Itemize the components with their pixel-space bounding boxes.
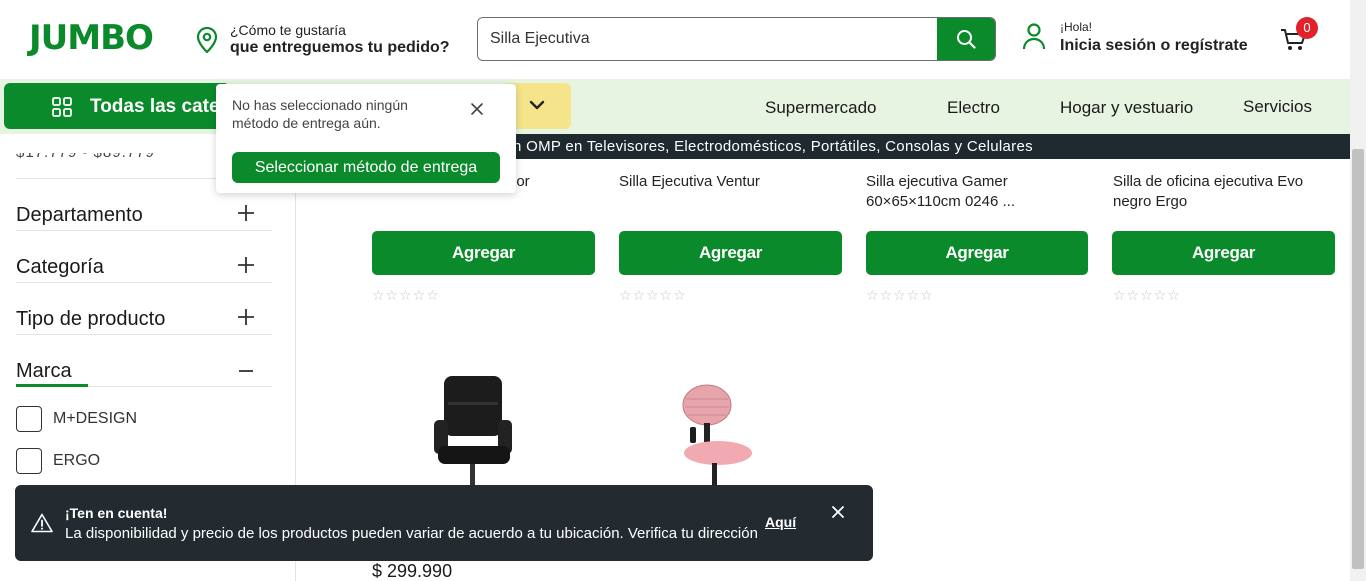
warning-icon — [31, 513, 53, 533]
brand-checkbox-ergo[interactable] — [16, 448, 42, 474]
all-categories-label: Todas las categorías — [90, 96, 230, 117]
grid-icon — [52, 97, 72, 117]
brand-label-mdesign[interactable]: M+DESIGN — [53, 410, 137, 428]
rating-stars: ☆☆☆☆☆ — [619, 287, 687, 303]
page-scrollbar-thumb[interactable] — [1352, 149, 1364, 569]
nav-servicios[interactable]: Servicios — [1243, 97, 1312, 117]
product-name[interactable]: Silla de oficina ejecutiva Evo negro Erg… — [1113, 172, 1339, 212]
main-navigation: Todas las categorías Supermercado Electr… — [0, 79, 1350, 134]
delivery-method-tooltip: No has seleccionado ningún método de ent… — [216, 84, 516, 193]
add-to-cart-button[interactable]: Agregar — [866, 231, 1088, 275]
rating-stars: ☆☆☆☆☆ — [866, 287, 934, 303]
add-to-cart-button[interactable]: Agregar — [372, 231, 595, 275]
location-pin-icon[interactable] — [196, 27, 218, 53]
notice-title: ¡Ten en cuenta! — [65, 505, 168, 521]
tooltip-message: No has seleccionado ningún método de ent… — [232, 97, 408, 131]
search-button[interactable] — [937, 18, 995, 60]
notice-link[interactable]: Aquí — [765, 514, 796, 530]
chevron-down-icon — [529, 100, 545, 110]
divider — [16, 230, 272, 231]
product-name[interactable]: Silla Ejecutiva Ventur — [619, 172, 845, 192]
nav-electro[interactable]: Electro — [947, 98, 1000, 118]
nav-supermercado[interactable]: Supermercado — [765, 98, 877, 118]
add-to-cart-button[interactable]: Agregar — [619, 231, 842, 275]
search-input[interactable] — [478, 18, 938, 60]
close-icon[interactable] — [831, 505, 845, 519]
all-categories-button[interactable]: Todas las categorías — [4, 83, 230, 129]
delivery-prompt[interactable]: ¿Cómo te gustaría que entreguemos tu ped… — [230, 21, 450, 57]
active-filter-underline — [16, 384, 88, 387]
filter-departamento[interactable]: Departamento — [16, 204, 143, 227]
search-icon — [957, 30, 976, 49]
product-image-pink-chair[interactable] — [672, 383, 762, 486]
minus-icon[interactable] — [237, 362, 255, 380]
site-header: JUMBO ¿Cómo te gustaría que entreguemos … — [0, 0, 1350, 79]
notice-text: La disponibilidad y precio de los produc… — [65, 525, 758, 542]
price-range-text: $17.779 - $89.779 — [16, 144, 155, 161]
brand-checkbox-mdesign[interactable] — [16, 406, 42, 432]
brand-label-ergo[interactable]: ERGO — [53, 452, 100, 470]
product-name[interactable]: Silla ejecutiva Gamer 60×65×110cm 0246 .… — [866, 172, 1092, 212]
rating-stars: ☆☆☆☆☆ — [372, 287, 440, 303]
location-notice-banner: ¡Ten en cuenta! La disponibilidad y prec… — [15, 485, 873, 561]
greeting-text: ¡Hola! — [1060, 20, 1093, 34]
product-price: $ 299.990 — [372, 561, 453, 581]
product-image-black-chair[interactable] — [420, 372, 560, 486]
plus-icon[interactable] — [237, 204, 255, 222]
filter-marca[interactable]: Marca — [16, 360, 72, 383]
delivery-line-1: ¿Cómo te gustaría — [230, 22, 346, 38]
rating-stars: ☆☆☆☆☆ — [1113, 287, 1181, 303]
plus-icon[interactable] — [237, 256, 255, 274]
signin-link[interactable]: Inicia sesión o regístrate — [1060, 37, 1248, 55]
cart-count-badge: 0 — [1296, 17, 1318, 39]
delivery-line-2: que entreguemos tu pedido? — [230, 39, 450, 56]
divider — [16, 282, 272, 283]
search-bar — [477, 17, 996, 61]
select-delivery-method-button[interactable]: Seleccionar método de entrega — [232, 152, 500, 183]
close-icon[interactable] — [470, 102, 484, 116]
nav-hogar-vestuario[interactable]: Hogar y vestuario — [1060, 98, 1193, 118]
filter-tipo-producto[interactable]: Tipo de producto — [16, 308, 165, 331]
plus-icon[interactable] — [237, 308, 255, 326]
add-to-cart-button[interactable]: Agregar — [1112, 231, 1335, 275]
user-icon[interactable] — [1022, 22, 1046, 50]
filter-categoria[interactable]: Categoría — [16, 256, 104, 279]
divider — [16, 334, 272, 335]
jumbo-logo[interactable]: JUMBO — [29, 18, 154, 58]
